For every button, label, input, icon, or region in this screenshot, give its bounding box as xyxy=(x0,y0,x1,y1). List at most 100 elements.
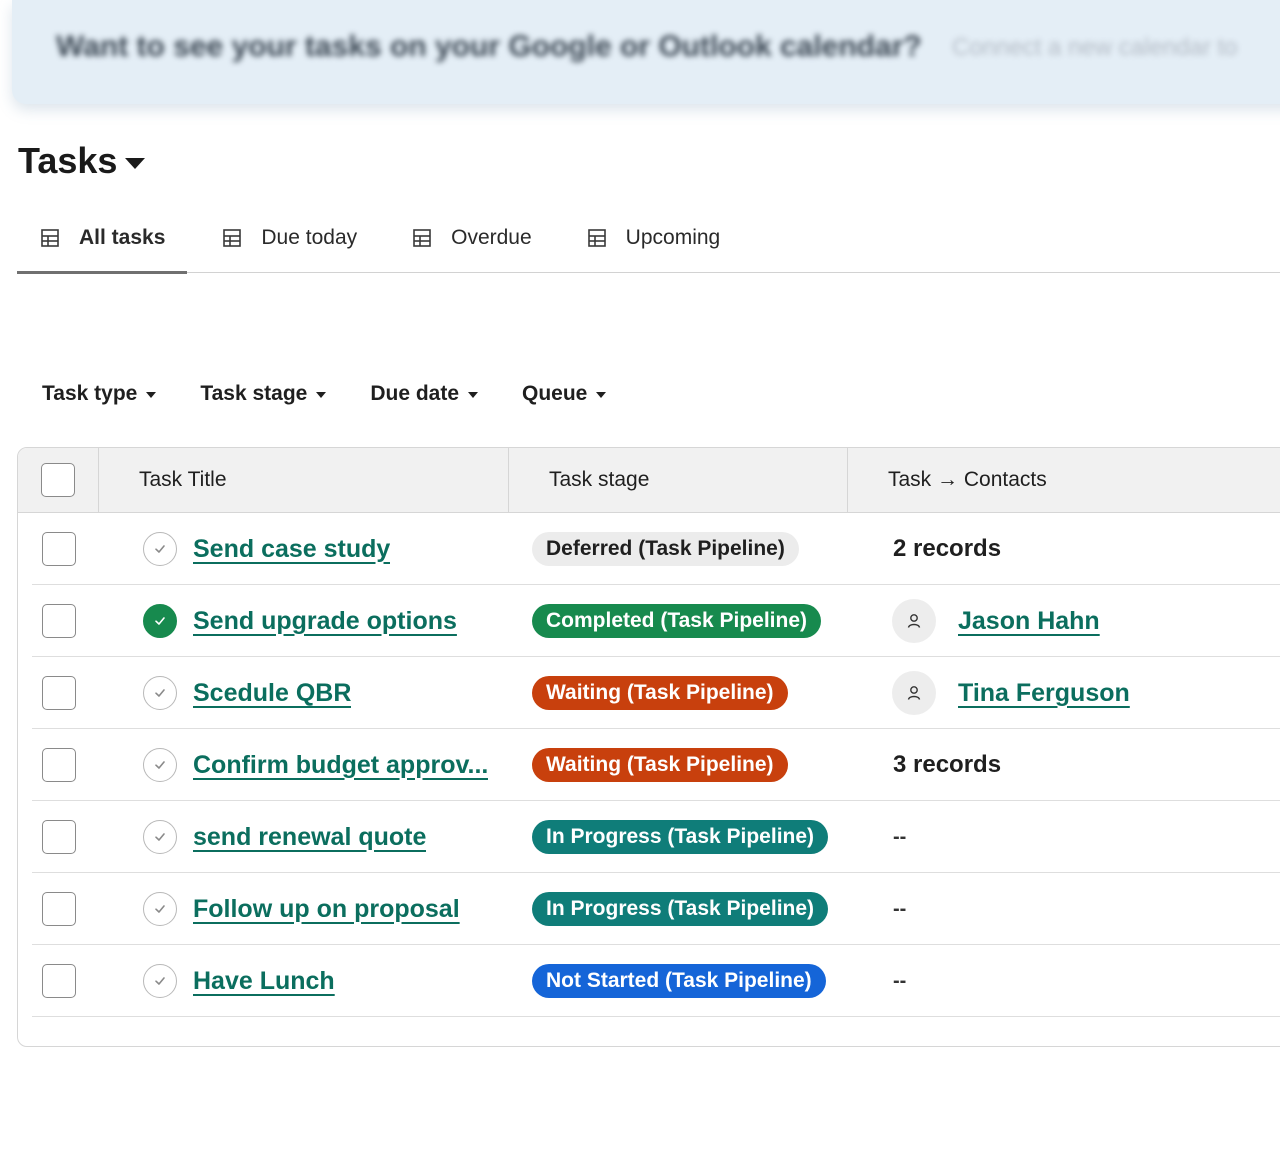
row-checkbox[interactable] xyxy=(42,604,76,638)
select-all-checkbox[interactable] xyxy=(41,463,75,497)
tab-due-today[interactable]: Due today xyxy=(187,204,357,272)
filter-task-type[interactable]: Task type xyxy=(42,378,157,410)
tab-overdue[interactable]: Overdue xyxy=(357,204,532,272)
caret-down-icon xyxy=(146,392,157,398)
task-title-link[interactable]: send renewal quote xyxy=(193,823,426,852)
contacts-count[interactable]: 2 records xyxy=(893,535,1001,563)
contact-link[interactable]: Tina Ferguson xyxy=(958,679,1130,708)
contacts-cell: 3 records xyxy=(893,729,1001,801)
avatar xyxy=(892,671,936,715)
filter-due-date[interactable]: Due date xyxy=(370,378,479,410)
task-complete-toggle[interactable] xyxy=(143,676,177,710)
contacts-empty: -- xyxy=(893,969,907,992)
task-stage-cell: Waiting (Task Pipeline) xyxy=(532,657,788,729)
check-icon xyxy=(155,905,165,913)
filter-task-stage[interactable]: Task stage xyxy=(200,378,327,410)
task-title-cell: send renewal quote xyxy=(143,801,513,873)
task-complete-toggle[interactable] xyxy=(143,964,177,998)
task-stage-cell: Not Started (Task Pipeline) xyxy=(532,945,826,1017)
row-checkbox[interactable] xyxy=(42,676,76,710)
task-title-link[interactable]: Send case study xyxy=(193,535,390,564)
check-icon xyxy=(155,761,165,769)
stage-badge: Deferred (Task Pipeline) xyxy=(532,532,799,566)
task-stage-cell: Deferred (Task Pipeline) xyxy=(532,513,799,585)
row-checkbox[interactable] xyxy=(42,964,76,998)
task-title-link[interactable]: Have Lunch xyxy=(193,967,335,996)
row-checkbox[interactable] xyxy=(42,892,76,926)
tasks-table: Task Title Task stage Task → Contacts Se… xyxy=(17,447,1280,1047)
check-icon xyxy=(155,617,165,625)
contacts-count[interactable]: 3 records xyxy=(893,751,1001,779)
task-title-cell: Follow up on proposal xyxy=(143,873,513,945)
person-icon xyxy=(907,686,921,700)
task-complete-toggle[interactable] xyxy=(143,892,177,926)
task-title-link[interactable]: Send upgrade options xyxy=(193,607,457,636)
task-title-cell: Scedule QBR xyxy=(143,657,513,729)
task-title-cell: Confirm budget approv... xyxy=(143,729,513,801)
task-complete-toggle[interactable] xyxy=(143,532,177,566)
contacts-cell: 2 records xyxy=(893,513,1001,585)
table-icon xyxy=(413,229,431,247)
table-header: Task Title Task stage Task → Contacts xyxy=(18,448,1280,513)
task-complete-toggle[interactable] xyxy=(143,748,177,782)
tab-label: All tasks xyxy=(79,226,166,249)
table-row: send renewal quote In Progress (Task Pipe… xyxy=(18,801,1280,873)
row-select-cell xyxy=(42,873,76,945)
row-checkbox[interactable] xyxy=(42,532,76,566)
tab-label: Due today xyxy=(261,226,358,249)
view-tabs: All tasks Due today Overdue Upcoming xyxy=(17,204,1280,274)
banner-link[interactable]: Connect a new calendar to xyxy=(952,34,1238,62)
table-row: Send case study Deferred (Task Pipeline) 2… xyxy=(18,513,1280,585)
task-stage-cell: Completed (Task Pipeline) xyxy=(532,585,821,657)
table-row: Follow up on proposal In Progress (Task P… xyxy=(18,873,1280,945)
column-header-task-title[interactable]: Task Title xyxy=(99,448,509,512)
row-checkbox[interactable] xyxy=(42,748,76,782)
table-row: Confirm budget approv... Waiting (Task Pi… xyxy=(18,729,1280,801)
contacts-cell: Jason Hahn xyxy=(892,585,1100,657)
row-checkbox[interactable] xyxy=(42,820,76,854)
task-complete-toggle[interactable] xyxy=(143,604,177,638)
caret-down-icon xyxy=(468,392,479,398)
check-icon xyxy=(155,545,165,553)
column-header-contacts[interactable]: Task → Contacts xyxy=(848,448,1280,512)
page-title-dropdown[interactable]: Tasks xyxy=(18,140,146,182)
tab-label: Upcoming xyxy=(625,226,721,249)
caret-down-icon xyxy=(596,392,607,398)
table-row: Send upgrade options Completed (Task Pipe… xyxy=(18,585,1280,657)
task-stage-cell: Waiting (Task Pipeline) xyxy=(532,729,788,801)
check-icon xyxy=(155,977,165,985)
stage-badge: Completed (Task Pipeline) xyxy=(532,604,821,638)
filter-bar: Task type Task stage Due date Queue xyxy=(42,378,650,410)
task-title-link[interactable]: Follow up on proposal xyxy=(193,895,460,924)
calendar-promo-banner: Want to see your tasks on your Google or… xyxy=(12,0,1280,104)
filter-label: Due date xyxy=(370,382,460,405)
stage-badge: Waiting (Task Pipeline) xyxy=(532,748,788,782)
contacts-empty: -- xyxy=(893,825,907,848)
header-select-cell xyxy=(18,448,99,512)
column-header-task-stage[interactable]: Task stage xyxy=(509,448,848,512)
filter-label: Task stage xyxy=(200,382,308,405)
tab-upcoming[interactable]: Upcoming xyxy=(532,204,721,272)
contacts-cell: -- xyxy=(893,945,906,1017)
stage-badge: In Progress (Task Pipeline) xyxy=(532,892,829,926)
stage-badge: Waiting (Task Pipeline) xyxy=(532,676,788,710)
tab-all-tasks[interactable]: All tasks xyxy=(17,204,188,274)
row-select-cell xyxy=(42,945,76,1017)
row-select-cell xyxy=(42,585,76,657)
row-select-cell xyxy=(42,513,76,585)
task-title-link[interactable]: Scedule QBR xyxy=(193,679,351,708)
row-divider xyxy=(32,1016,1280,1017)
contacts-cell: Tina Ferguson xyxy=(892,657,1130,729)
banner-text: Want to see your tasks on your Google or… xyxy=(56,30,922,63)
filter-queue[interactable]: Queue xyxy=(522,378,607,410)
contact-link[interactable]: Jason Hahn xyxy=(958,607,1100,636)
stage-badge: Not Started (Task Pipeline) xyxy=(532,964,826,998)
table-icon xyxy=(587,229,606,247)
table-icon xyxy=(223,229,242,247)
avatar xyxy=(892,599,936,643)
table-row: Have Lunch Not Started (Task Pipeline) -- xyxy=(18,945,1280,1017)
task-title-cell: Send case study xyxy=(143,513,513,585)
task-title-link[interactable]: Confirm budget approv... xyxy=(193,751,488,780)
task-complete-toggle[interactable] xyxy=(143,820,177,854)
filter-label: Task type xyxy=(42,382,138,405)
